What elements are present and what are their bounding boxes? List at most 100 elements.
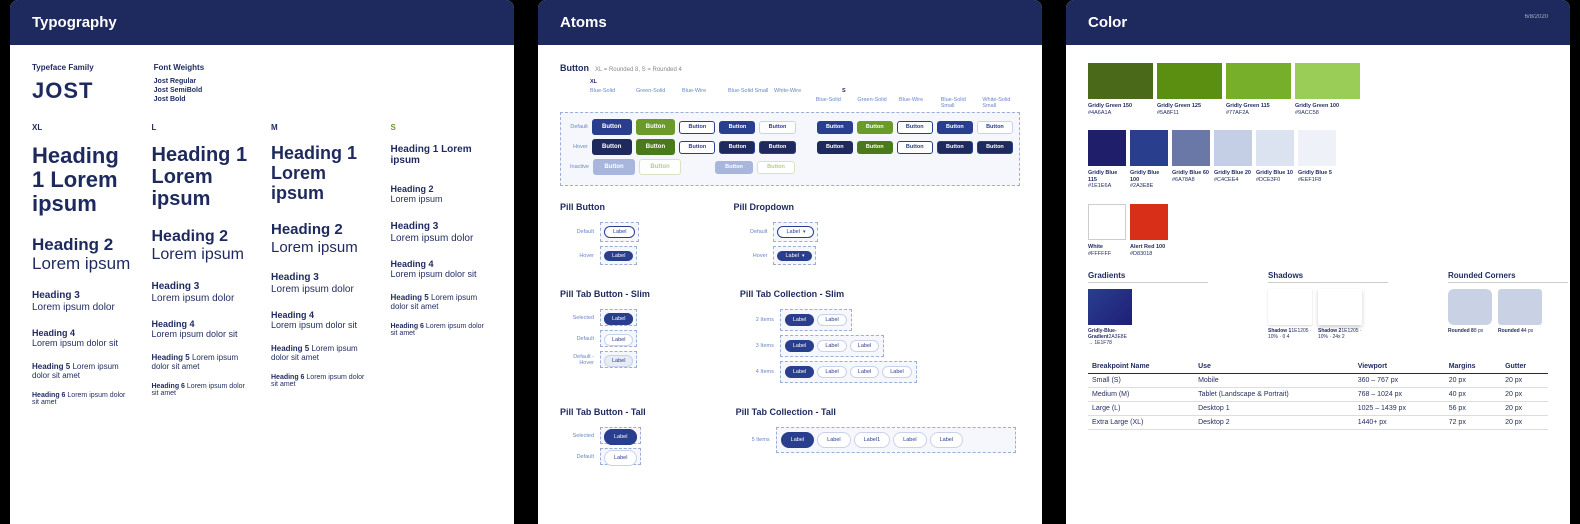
- heading-6: Heading 6 Lorem ipsum dolor sit amet: [391, 323, 493, 337]
- tab-item[interactable]: Label: [850, 366, 879, 378]
- row-label: Selected: [564, 433, 594, 439]
- button-blue-solid-hover[interactable]: Button: [592, 139, 632, 155]
- tab-item[interactable]: Label: [817, 432, 850, 448]
- button-s-green-solid-inactive: Button: [757, 161, 795, 174]
- heading-3: Heading 3 Lorem ipsum dolor: [152, 281, 254, 305]
- weights-block: Font Weights Jost Regular Jost SemiBold …: [154, 63, 205, 105]
- col-label: White-Solid Small: [982, 97, 1020, 109]
- color-meta: Gridly Blue 60#6A78A8: [1172, 170, 1210, 190]
- row-label: 4 Items: [744, 369, 774, 375]
- tab-item[interactable]: Label: [817, 340, 846, 352]
- tab-item[interactable]: Label: [893, 432, 926, 448]
- tab-button-slim-title: Pill Tab Button - Slim: [560, 289, 650, 299]
- button-blue-solid-small-hover[interactable]: Button: [719, 141, 755, 154]
- heading-1: Heading 1 Lorem ipsum: [32, 144, 134, 217]
- button-green-solid-inactive: Button: [639, 159, 681, 175]
- table-cell: 768 – 1024 px: [1354, 388, 1445, 402]
- tab-collection-slim-title: Pill Tab Collection - Slim: [740, 289, 921, 299]
- color-swatch: [1295, 63, 1360, 99]
- table-row: Medium (M)Tablet (Landscape & Portrait)7…: [1088, 388, 1548, 402]
- heading-1: Heading 1 Lorem ipsum: [271, 144, 373, 203]
- color-meta: Gridly Blue 100#2A3E8E: [1130, 170, 1168, 190]
- tab-item[interactable]: Label: [785, 340, 814, 352]
- button-blue-wire[interactable]: Button: [679, 121, 715, 134]
- col-label: Green-Solid: [857, 97, 895, 109]
- tab-tall-selected[interactable]: Label: [604, 429, 637, 445]
- table-cell: 56 px: [1445, 402, 1501, 416]
- tab-item[interactable]: Label: [930, 432, 963, 448]
- button-section-title: ButtonXL = Rounded 8, S = Rounded 4: [560, 63, 1020, 73]
- heading-4: Heading 4 Lorem ipsum dolor sit: [271, 310, 373, 330]
- tab-item[interactable]: Label: [785, 314, 814, 326]
- weights-label: Font Weights: [154, 63, 205, 72]
- tab-slim-hover[interactable]: Label: [604, 355, 633, 367]
- tab-button-tall-section: Pill Tab Button - Tall SelectedLabel Def…: [560, 407, 646, 473]
- gradient-meta: Gridly-Blue-Gradient2A3E8E → 1E1F78: [1088, 328, 1132, 346]
- tab-collection-tall-section: Pill Tab Collection - Tall 5 ItemsLabelL…: [736, 407, 1020, 473]
- tab-item[interactable]: Label1: [854, 432, 891, 448]
- weight-item: Jost Bold: [154, 96, 205, 103]
- pill-button-hover[interactable]: Label: [604, 251, 633, 261]
- tab-item[interactable]: Label: [882, 366, 911, 378]
- button-green-solid[interactable]: Button: [636, 119, 676, 135]
- col-label: Blue-Solid Small: [941, 97, 979, 109]
- pill-dropdown-hover[interactable]: Label▾: [777, 251, 812, 261]
- button-s-blue-solid-small[interactable]: Button: [937, 121, 973, 134]
- color-header: Color6/8/2020: [1066, 0, 1570, 45]
- tab-item[interactable]: Label: [817, 366, 846, 378]
- button-s-blue-solid[interactable]: Button: [817, 121, 853, 134]
- tab-item[interactable]: Label: [850, 340, 879, 352]
- color-meta: Alert Red 100#D83018: [1130, 244, 1168, 257]
- tab-slim-default[interactable]: Label: [604, 334, 633, 346]
- heading-4: Heading 4 Lorem ipsum dolor sit: [391, 259, 493, 279]
- pill-button-title: Pill Button: [560, 202, 643, 212]
- extra-swatch-row: [1088, 204, 1548, 240]
- rounded-section: Rounded Corners Rounded 88 px Rounded 44…: [1448, 271, 1568, 346]
- color-meta: Gridly Blue 10#DCE3F0: [1256, 170, 1294, 190]
- button-s-green-solid-hover[interactable]: Button: [857, 141, 893, 154]
- typeface-name: JOST: [32, 78, 94, 104]
- size-col-s: S Heading 1 Lorem ipsum Heading 2 Lorem …: [391, 123, 493, 406]
- button-s-white-solid-small-hover[interactable]: Button: [977, 141, 1013, 154]
- table-header: Breakpoint Name: [1088, 360, 1194, 374]
- color-meta: White#FFFFFF: [1088, 244, 1126, 257]
- button-s-green-solid[interactable]: Button: [857, 121, 893, 134]
- table-cell: 20 px: [1501, 388, 1548, 402]
- button-white-wire-hover[interactable]: Button: [759, 141, 795, 154]
- color-meta: Gridly Blue 5#EEF1F8: [1298, 170, 1336, 190]
- col-label: Blue-Solid: [590, 88, 632, 94]
- rounded-swatch: [1448, 289, 1492, 325]
- pill-dropdown-default[interactable]: Label▾: [777, 226, 814, 238]
- chevron-down-icon: ▾: [802, 253, 805, 259]
- table-cell: 40 px: [1445, 388, 1501, 402]
- button-s-white-solid-small[interactable]: Button: [977, 121, 1013, 134]
- shadows-section: Shadows Shadow 11E1205 · 10% · 0 4 Shado…: [1268, 271, 1388, 346]
- tab-slim-selected[interactable]: Label: [604, 313, 633, 325]
- col-label: Blue-Wire: [682, 88, 724, 94]
- typeface-block: Typeface Family JOST: [32, 63, 94, 105]
- button-white-wire[interactable]: Button: [759, 121, 795, 134]
- tab-tall-default[interactable]: Label: [604, 450, 637, 466]
- tab-item[interactable]: Label: [785, 366, 814, 378]
- button-blue-solid-small[interactable]: Button: [719, 121, 755, 134]
- heading-3: Heading 3 Lorem ipsum dolor: [391, 221, 493, 245]
- blue-swatch-meta: Gridly Blue 115#1E1E6AGridly Blue 100#2A…: [1088, 170, 1548, 190]
- table-header: Gutter: [1501, 360, 1548, 374]
- tab-item[interactable]: Label: [817, 314, 846, 326]
- button-s-blue-solid-small-hover[interactable]: Button: [937, 141, 973, 154]
- heading-5: Heading 5 Lorem ipsum dolor sit amet: [391, 293, 493, 311]
- tab-item[interactable]: Label: [781, 432, 814, 448]
- button-blue-solid[interactable]: Button: [592, 119, 632, 135]
- button-blue-wire-hover[interactable]: Button: [679, 141, 715, 154]
- button-s-blue-wire-hover[interactable]: Button: [897, 141, 933, 154]
- button-green-solid-hover[interactable]: Button: [636, 139, 676, 155]
- color-meta: Gridly Blue 20#C4CEE4: [1214, 170, 1252, 190]
- weight-item: Jost SemiBold: [154, 87, 205, 94]
- row-label: Default: [567, 124, 588, 130]
- button-s-blue-wire[interactable]: Button: [897, 121, 933, 134]
- button-s-blue-solid-hover[interactable]: Button: [817, 141, 853, 154]
- table-cell: Extra Large (XL): [1088, 416, 1194, 430]
- heading-5: Heading 5 Lorem ipsum dolor sit amet: [32, 362, 134, 380]
- pill-button-default[interactable]: Label: [604, 226, 635, 238]
- extra-swatch-meta: White#FFFFFF Alert Red 100#D83018: [1088, 244, 1548, 257]
